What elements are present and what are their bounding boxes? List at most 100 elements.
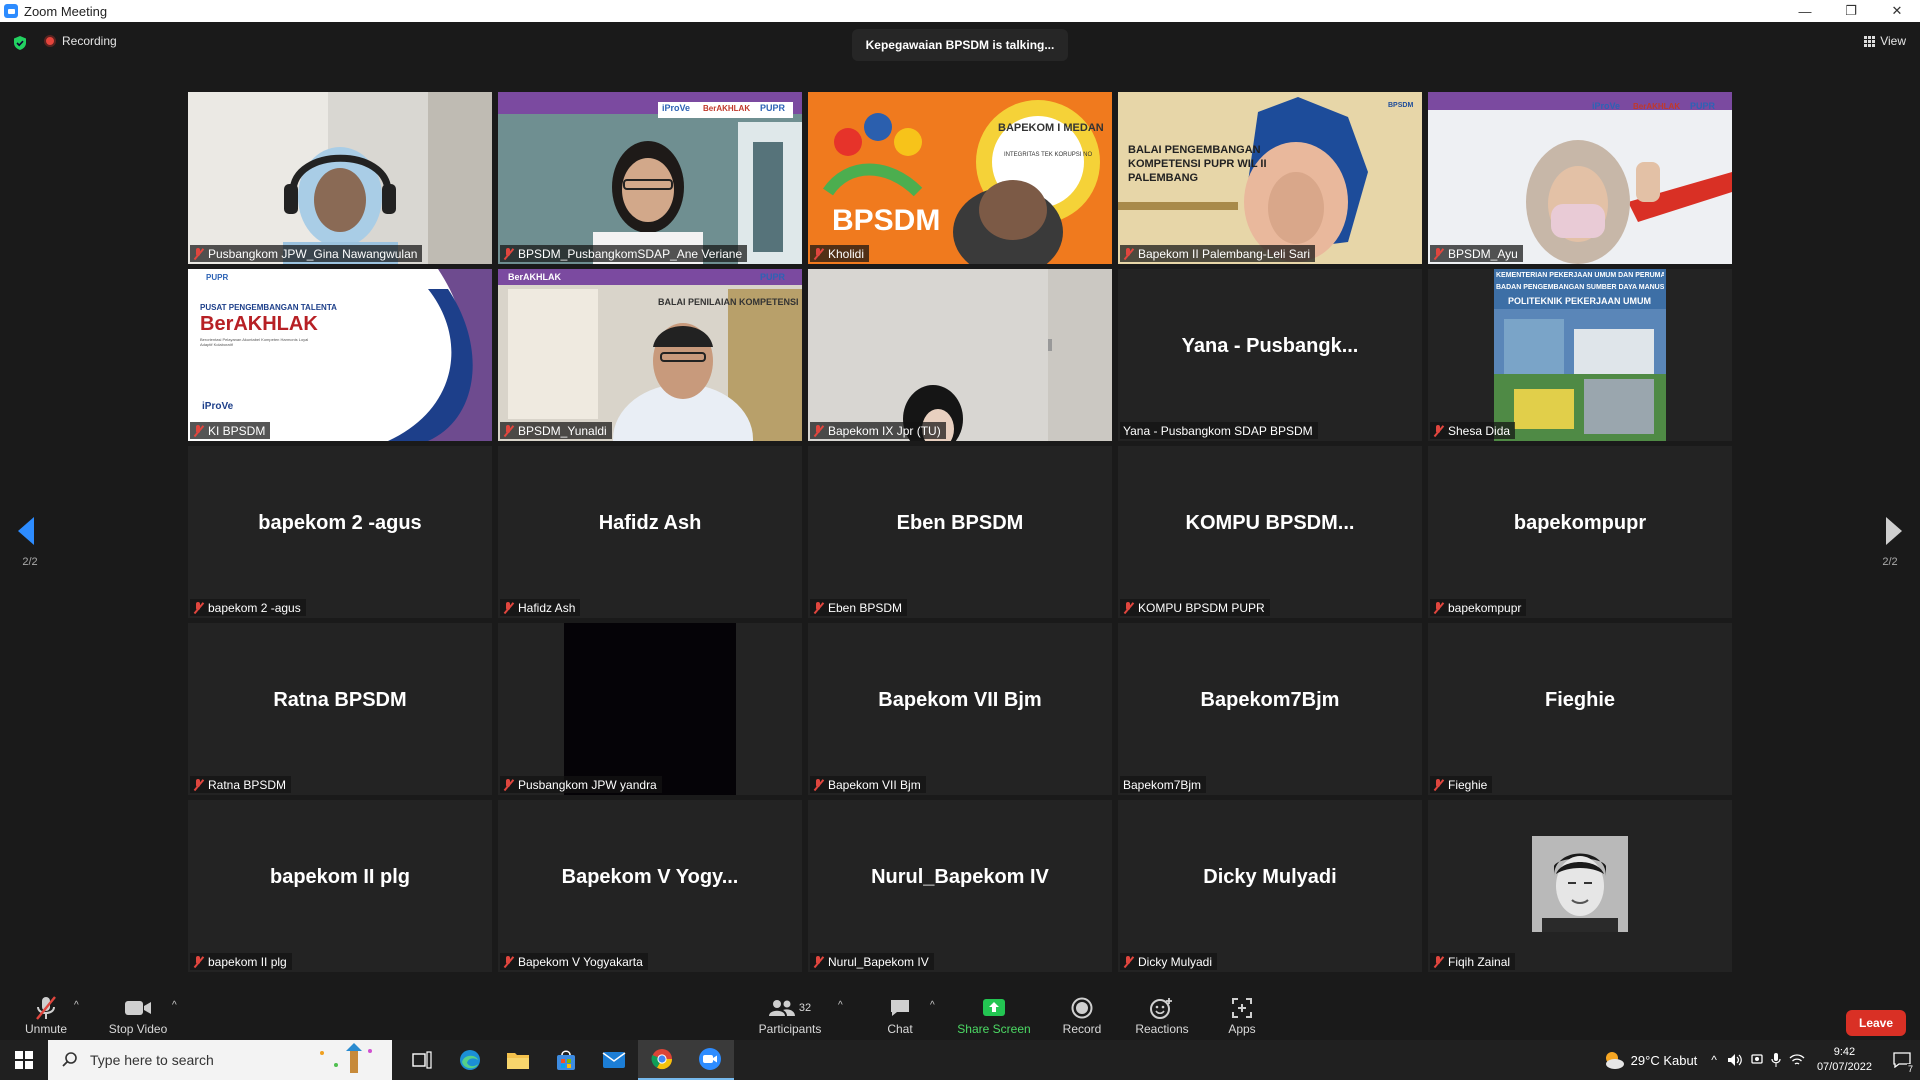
audio-options-caret-icon[interactable]: ^ [74, 1000, 79, 1011]
participant-display-name: Ratna BPSDM [273, 689, 407, 711]
wifi-network-icon[interactable] [1789, 1053, 1805, 1067]
participant-nameplate: Hafidz Ash [500, 599, 581, 616]
iprove-small-text: iProVe [202, 401, 234, 412]
reactions-label: Reactions [1135, 1022, 1189, 1036]
record-label: Record [1062, 1022, 1102, 1036]
participant-tile[interactable]: Bapekom IX Jpr (TU) [808, 269, 1112, 441]
participant-tile[interactable]: Bapekom VII Bjm Bapekom VII Bjm [808, 623, 1112, 795]
participant-video-feed [188, 269, 492, 441]
participant-nameplate: Shesa Dida [1430, 422, 1516, 439]
mail-app-button[interactable] [590, 1040, 638, 1080]
apps-icon [1232, 998, 1252, 1018]
speaker-volume-icon[interactable] [1727, 1053, 1743, 1067]
chat-button[interactable]: Chat [860, 994, 940, 1036]
participant-name-label: BPSDM_Yunaldi [518, 423, 607, 438]
participant-tile[interactable]: Bapekom V Yogy... Bapekom V Yogyakarta [498, 800, 802, 972]
participants-button[interactable]: 32 Participants [750, 994, 830, 1036]
participant-tile[interactable]: BPSDM BAPEKOM I MEDAN INTEGRITAS TEK KOR… [808, 92, 1112, 264]
participant-name-label: bapekom 2 -agus [208, 600, 301, 615]
participant-tile[interactable]: Yana - Pusbangk... Yana - Pusbangkom SDAP… [1118, 269, 1422, 441]
participant-avatar-photo [1532, 836, 1628, 932]
previous-page-arrow-icon[interactable] [18, 517, 34, 545]
participant-tile[interactable]: Fieghie Fieghie [1428, 623, 1732, 795]
microphone-in-use-icon[interactable] [1771, 1053, 1781, 1067]
chat-options-caret-icon[interactable]: ^ [930, 1000, 935, 1011]
participant-tile[interactable]: iProVe BerAKHLAK PUPR BPSDM_Ayu [1428, 92, 1732, 264]
show-hidden-icons-chevron-icon[interactable]: ^ [1711, 1053, 1717, 1067]
chrome-browser-button[interactable] [638, 1040, 686, 1080]
participant-nameplate: Fieghie [1430, 776, 1493, 793]
camera-in-use-icon[interactable] [1751, 1053, 1763, 1067]
participant-tile[interactable]: Fiqih Zainal [1428, 800, 1732, 972]
zoom-app-taskbar-button[interactable] [686, 1040, 734, 1080]
weather-cloudy-icon[interactable] [1603, 1049, 1625, 1071]
reactions-button[interactable]: Reactions [1122, 994, 1202, 1036]
apps-button[interactable]: Apps [1202, 994, 1282, 1036]
participant-name-label: bapekompupr [1448, 600, 1522, 615]
next-page-arrow-icon[interactable] [1886, 517, 1902, 545]
participant-tile[interactable]: Pusbangkom JPW yandra [498, 623, 802, 795]
stop-video-button[interactable]: Stop Video [98, 994, 178, 1036]
windows-start-button[interactable] [0, 1040, 48, 1080]
participant-nameplate: BPSDM_Yunaldi [500, 422, 612, 439]
leave-button[interactable]: Leave [1846, 1010, 1906, 1036]
participant-tile[interactable]: Dicky Mulyadi Dicky Mulyadi [1118, 800, 1422, 972]
participant-name-label: Shesa Dida [1448, 423, 1511, 438]
task-view-button[interactable] [398, 1040, 446, 1080]
participant-display-name: Bapekom V Yogy... [561, 866, 739, 888]
system-tray: 29°C Kabut ^ 9:42 07/07/2022 7 [1603, 1040, 1920, 1080]
participant-nameplate: Ratna BPSDM [190, 776, 292, 793]
participant-tile[interactable]: Bapekom7Bjm Bapekom7Bjm [1118, 623, 1422, 795]
page-indicator-right: 2/2 [1882, 556, 1898, 568]
encryption-shield-icon[interactable] [12, 35, 28, 51]
maximize-button[interactable]: ❐ [1828, 0, 1874, 22]
minimize-button[interactable]: — [1782, 0, 1828, 22]
record-button[interactable]: Record [1042, 994, 1122, 1036]
participant-tile[interactable]: BerAKHLAK PUPR BALAI PENILAIAN KOMPETENS… [498, 269, 802, 441]
participant-tile[interactable]: iProVe BerAKHLAK PUPR BPSDM_PusbangkomSD… [498, 92, 802, 264]
microsoft-store-button[interactable] [542, 1040, 590, 1080]
participant-tile[interactable]: bapekom II plg bapekom II plg [188, 800, 492, 972]
participant-tile[interactable]: Ratna BPSDM Ratna BPSDM [188, 623, 492, 795]
participant-tile[interactable]: BALAI PENGEMBANGAN KOMPETENSI PUPR WIL I… [1118, 92, 1422, 264]
participant-nameplate: Bapekom VII Bjm [810, 776, 926, 793]
edge-browser-button[interactable] [446, 1040, 494, 1080]
weather-text[interactable]: 29°C Kabut [1631, 1053, 1698, 1068]
taskbar-search-box[interactable]: Type here to search [48, 1040, 392, 1080]
unmute-label: Unmute [24, 1022, 68, 1036]
file-explorer-button[interactable] [494, 1040, 542, 1080]
zoom-app-icon [699, 1048, 721, 1070]
participant-tile[interactable]: KOMPU BPSDM... KOMPU BPSDM PUPR [1118, 446, 1422, 618]
participant-tile[interactable]: bapekom 2 -agus bapekom 2 -agus [188, 446, 492, 618]
participant-video-feed [1494, 269, 1666, 441]
participant-nameplate: Bapekom IX Jpr (TU) [810, 422, 946, 439]
recording-indicator[interactable]: Recording [44, 34, 117, 48]
participant-name-label: Bapekom VII Bjm [828, 777, 921, 792]
participant-tile[interactable]: bapekompupr bapekompupr [1428, 446, 1732, 618]
microphone-muted-icon [193, 955, 203, 968]
participant-tile[interactable]: PUSAT PENGEMBANGAN TALENTA BerAKHLAK Ber… [188, 269, 492, 441]
notification-count-badge: 7 [1906, 1064, 1914, 1074]
participant-name-label: Kholidi [828, 246, 865, 261]
view-button[interactable]: View [1864, 34, 1906, 48]
participant-name-label: BPSDM_PusbangkomSDAP_Ane Veriane [518, 246, 743, 261]
notification-center-button[interactable]: 7 [1884, 1040, 1920, 1080]
participant-tile[interactable]: KEMENTERIAN PEKERJAAN UMUM DAN PERUMAHAN… [1428, 269, 1732, 441]
participant-tile[interactable]: Hafidz Ash Hafidz Ash [498, 446, 802, 618]
participant-nameplate: Fiqih Zainal [1430, 953, 1516, 970]
participants-options-caret-icon[interactable]: ^ [838, 1000, 843, 1011]
participant-tile[interactable]: Pusbangkom JPW_Gina Nawangwulan [188, 92, 492, 264]
participant-name-label: bapekom II plg [208, 954, 287, 969]
participant-display-name: Yana - Pusbangk... [1181, 335, 1359, 357]
video-options-caret-icon[interactable]: ^ [172, 1000, 177, 1011]
participant-tile[interactable]: Eben BPSDM Eben BPSDM [808, 446, 1112, 618]
video-camera-icon [125, 1001, 151, 1015]
taskbar-clock[interactable]: 9:42 07/07/2022 [1817, 1045, 1872, 1075]
berakhlak-logo-text: BerAKHLAK [508, 272, 562, 282]
participant-nameplate: Bapekom II Palembang-Leli Sari [1120, 245, 1316, 262]
microphone-muted-icon [1123, 601, 1133, 614]
share-screen-button[interactable]: Share Screen [954, 994, 1034, 1036]
participant-tile[interactable]: Nurul_Bapekom IV Nurul_Bapekom IV [808, 800, 1112, 972]
close-button[interactable]: ✕ [1874, 0, 1920, 22]
microphone-muted-icon [1433, 424, 1443, 437]
